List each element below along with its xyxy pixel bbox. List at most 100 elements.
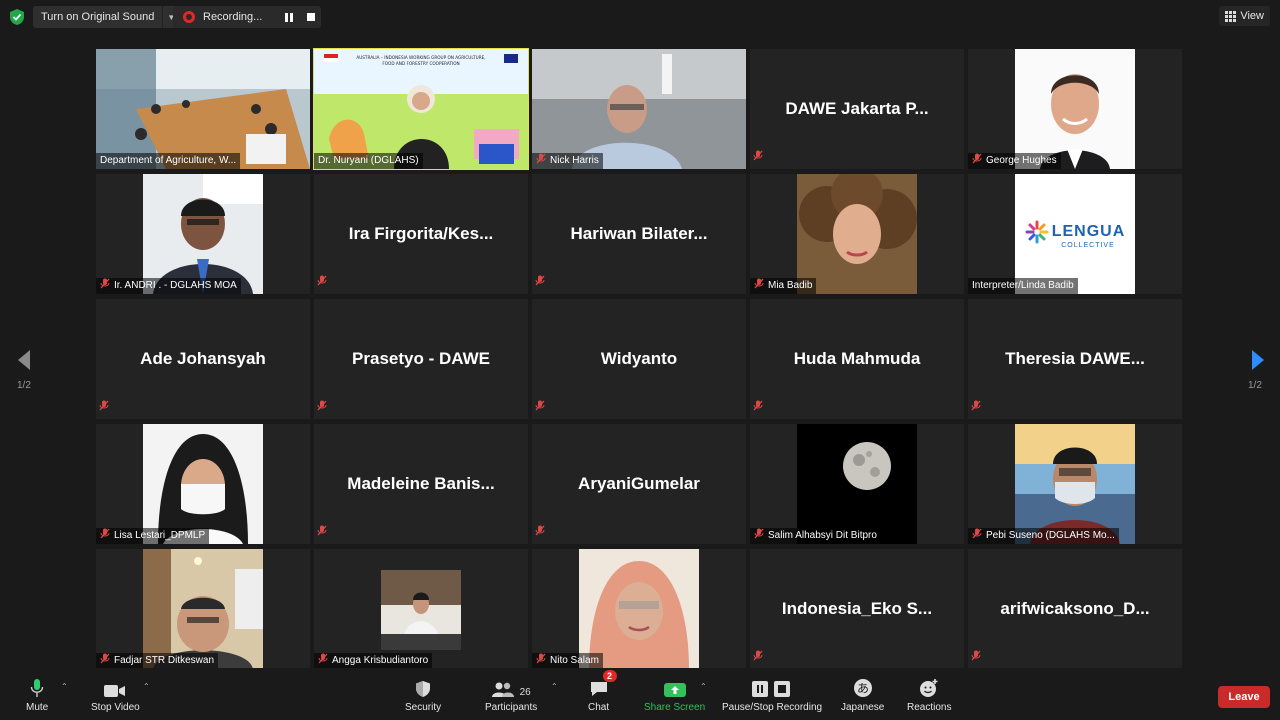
participant-name-large: Madeleine Banis... xyxy=(347,474,495,493)
participant-name: George Hughes xyxy=(986,155,1057,166)
muted-microphone-icon xyxy=(100,278,110,295)
video-options-caret-icon[interactable]: ⌃ xyxy=(143,682,150,691)
participants-label: Participants xyxy=(485,702,538,713)
participant-name-label: Mia Badib xyxy=(750,278,817,294)
pause-recording-button[interactable] xyxy=(283,11,295,23)
participant-tile[interactable]: Nito Salam xyxy=(532,549,746,669)
muted-microphone-icon xyxy=(100,528,110,545)
video-feed-man-room xyxy=(143,549,263,669)
participant-name: Ir. ANDRI . - DGLAHS MOA xyxy=(114,280,237,291)
muted-microphone-icon xyxy=(317,398,327,416)
microphone-icon xyxy=(30,676,44,698)
participant-tile[interactable]: DAWE Jakarta P... xyxy=(750,49,964,169)
video-feed-presentation-slide: AUSTRALIA – INDONESIA WORKING GROUP ON A… xyxy=(314,49,528,169)
original-sound-label: Turn on Original Sound xyxy=(41,11,155,23)
participant-name-label: Pebi Suseno (DGLAHS Mo... xyxy=(968,528,1119,544)
participant-name-label: Department of Agriculture, W... xyxy=(96,153,241,169)
muted-microphone-icon xyxy=(317,523,327,541)
gallery-grid: Department of Agriculture, W... AUSTRALIA… xyxy=(96,48,1185,671)
participant-tile[interactable]: Pebi Suseno (DGLAHS Mo... xyxy=(968,424,1182,544)
video-feed-woman-curly-hair xyxy=(797,174,917,294)
share-screen-button[interactable]: Share Screen xyxy=(644,676,705,713)
muted-microphone-icon xyxy=(972,528,982,545)
participant-tile[interactable]: Ade Johansyah xyxy=(96,299,310,419)
video-feed-portrait xyxy=(1015,49,1135,169)
participant-tile[interactable]: Widyanto xyxy=(532,299,746,419)
security-shield-icon[interactable] xyxy=(8,8,26,26)
participant-tile[interactable]: Hariwan Bilater... xyxy=(532,174,746,294)
participants-options-caret-icon[interactable]: ⌃ xyxy=(551,682,558,691)
participant-tile[interactable]: Lisa Lestari_DPMLP xyxy=(96,424,310,544)
participant-tile[interactable]: Nick Harris xyxy=(532,49,746,169)
participant-tile[interactable]: Angga Krisbudiantoro xyxy=(314,549,528,669)
chat-label: Chat xyxy=(588,702,610,713)
participant-name-label: Interpreter/Linda Badib xyxy=(968,278,1078,294)
video-feed-office xyxy=(532,49,746,169)
participant-tile[interactable]: arifwicaksono_D... xyxy=(968,549,1182,669)
smiley-add-icon xyxy=(919,676,939,698)
muted-microphone-icon xyxy=(317,273,327,291)
chat-unread-badge: 2 xyxy=(602,670,617,682)
participant-tile[interactable]: AryaniGumelar xyxy=(532,424,746,544)
next-page-arrow-icon[interactable] xyxy=(1248,348,1268,372)
japanese-label: Japanese xyxy=(841,702,885,713)
participant-name: Fadjar STR Ditkeswan xyxy=(114,655,215,666)
view-button[interactable]: View xyxy=(1219,6,1270,26)
participant-tile[interactable]: Mia Badib xyxy=(750,174,964,294)
muted-microphone-icon xyxy=(754,528,764,545)
participants-button[interactable]: 26 Participants xyxy=(485,676,537,713)
muted-microphone-icon xyxy=(535,523,545,541)
participant-name-large: Prasetyo - DAWE xyxy=(352,349,490,368)
pause-stop-recording-button[interactable]: Pause/Stop Recording xyxy=(722,676,822,713)
chat-button[interactable]: 2 Chat xyxy=(588,670,617,713)
prev-page-arrow-icon[interactable] xyxy=(14,348,34,372)
share-options-caret-icon[interactable]: ⌃ xyxy=(700,682,707,691)
participant-tile[interactable]: Madeleine Banis... xyxy=(314,424,528,544)
participant-name: Department of Agriculture, W... xyxy=(100,155,237,166)
participant-tile[interactable]: Prasetyo - DAWE xyxy=(314,299,528,419)
participant-name: Nick Harris xyxy=(550,155,599,166)
participant-name: Dr. Nuryani (DGLAHS) xyxy=(318,155,419,166)
stop-recording-button[interactable] xyxy=(305,11,317,23)
participant-tile[interactable]: LENGUA COLLECTIVE Interpreter/Linda Badib xyxy=(968,174,1182,294)
stop-video-button[interactable]: Stop Video xyxy=(91,676,140,713)
participant-tile[interactable]: Huda Mahmuda xyxy=(750,299,964,419)
participant-name-label: Lisa Lestari_DPMLP xyxy=(96,528,210,545)
video-feed-conference-room xyxy=(96,49,310,169)
participant-tile[interactable]: Ira Firgorita/Kes... xyxy=(314,174,528,294)
leave-button[interactable]: Leave xyxy=(1218,686,1270,708)
participant-tile[interactable]: Salim Alhabsyi Dit Bitpro xyxy=(750,424,964,544)
participant-tile[interactable]: Department of Agriculture, W... xyxy=(96,49,310,169)
muted-microphone-icon xyxy=(753,148,763,166)
recording-indicator: Recording... xyxy=(173,6,321,28)
reactions-label: Reactions xyxy=(907,702,952,713)
page-indicator-right: 1/2 xyxy=(1248,380,1262,391)
meeting-toolbar: Mute ⌃ Stop Video ⌃ Security 26 Particip… xyxy=(0,668,1280,720)
muted-microphone-icon xyxy=(318,653,328,670)
participant-tile[interactable]: Theresia DAWE... xyxy=(968,299,1182,419)
participant-tile[interactable]: AUSTRALIA – INDONESIA WORKING GROUP ON A… xyxy=(313,48,529,170)
original-sound-button[interactable]: Turn on Original Sound ▼ xyxy=(33,6,180,28)
video-feed-woman-pink-hijab xyxy=(579,549,699,669)
participant-name-label: Nito Salam xyxy=(532,653,603,669)
participant-name-label: Nick Harris xyxy=(532,153,603,169)
participant-tile[interactable]: George Hughes xyxy=(968,49,1182,169)
mute-button[interactable]: Mute xyxy=(26,676,48,713)
mute-options-caret-icon[interactable]: ⌃ xyxy=(61,682,68,691)
interpretation-japanese-button[interactable]: あ Japanese xyxy=(841,676,884,713)
pause-stop-icon xyxy=(752,676,792,698)
reactions-button[interactable]: Reactions xyxy=(907,676,951,713)
participant-name: Pebi Suseno (DGLAHS Mo... xyxy=(986,530,1115,541)
participant-tile[interactable]: Indonesia_Eko S... xyxy=(750,549,964,669)
muted-microphone-icon xyxy=(971,648,981,666)
participant-tile[interactable]: Ir. ANDRI . - DGLAHS MOA xyxy=(96,174,310,294)
muted-microphone-icon xyxy=(536,153,546,170)
participant-name-label: Fadjar STR Ditkeswan xyxy=(96,653,219,669)
share-screen-label: Share Screen xyxy=(644,702,706,713)
participant-name: Nito Salam xyxy=(550,655,599,666)
participant-tile[interactable]: Fadjar STR Ditkeswan xyxy=(96,549,310,669)
participant-name-large: Ira Firgorita/Kes... xyxy=(348,224,494,243)
participant-name: Salim Alhabsyi Dit Bitpro xyxy=(768,530,877,541)
logo-text: LENGUA xyxy=(1051,222,1126,240)
security-button[interactable]: Security xyxy=(405,676,441,713)
